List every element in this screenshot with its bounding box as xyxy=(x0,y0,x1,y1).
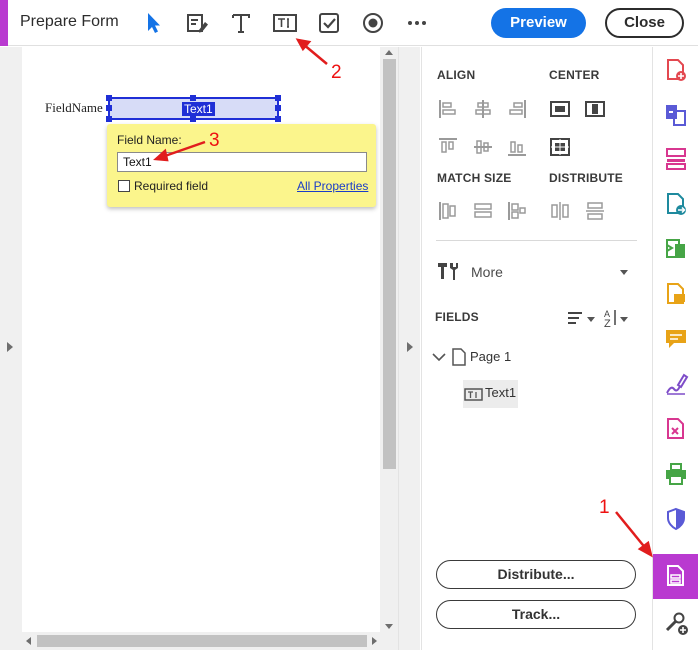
distribute-horizontal-icon[interactable] xyxy=(549,200,571,222)
text-field-icon[interactable] xyxy=(272,10,298,36)
required-field-checkbox[interactable] xyxy=(118,180,130,192)
tools-more-icon[interactable] xyxy=(437,260,459,282)
resize-handle[interactable] xyxy=(190,116,196,122)
annotation-number-3: 3 xyxy=(209,130,220,151)
organize-pages-icon[interactable] xyxy=(663,146,689,172)
match-height-icon[interactable] xyxy=(472,200,494,222)
sort-order-icon[interactable] xyxy=(566,307,588,329)
field-name-input[interactable] xyxy=(117,152,367,172)
distribute-title: DISTRIBUTE xyxy=(549,171,623,185)
all-properties-link[interactable]: All Properties xyxy=(297,179,368,193)
page-field-label: FieldName xyxy=(45,100,103,115)
expand-right-icon[interactable] xyxy=(407,342,413,352)
resize-handle[interactable] xyxy=(275,116,281,122)
center-horizontal-icon[interactable] xyxy=(549,98,571,120)
combine-files-icon[interactable] xyxy=(663,102,689,128)
panel-divider xyxy=(436,240,637,241)
top-toolbar: Prepare Form Preview Close xyxy=(0,0,698,46)
left-panel-toggle[interactable] xyxy=(0,47,22,650)
comment-bubble-icon[interactable] xyxy=(663,326,689,352)
resize-handle[interactable] xyxy=(275,105,281,111)
toolbar-title: Prepare Form xyxy=(20,13,119,30)
resize-handle[interactable] xyxy=(106,105,112,111)
comment-icon[interactable] xyxy=(663,281,689,307)
document-area: FieldName Text1 Field Name: Required fie… xyxy=(0,47,398,650)
scroll-up-icon[interactable] xyxy=(385,50,393,55)
more-tools-icon[interactable] xyxy=(663,610,689,636)
align-right-icon[interactable] xyxy=(506,98,528,120)
fields-tree-text1-item[interactable]: Text1 xyxy=(463,380,518,408)
radio-button-icon[interactable] xyxy=(360,10,386,36)
checkbox-icon[interactable] xyxy=(316,10,342,36)
tree-field-label[interactable]: Text1 xyxy=(485,385,516,400)
text-field-small-icon xyxy=(463,383,485,405)
prepare-form-icon[interactable] xyxy=(663,563,689,589)
align-bottom-icon[interactable] xyxy=(506,136,528,158)
resize-handle[interactable] xyxy=(275,95,281,101)
tools-rail xyxy=(652,47,698,650)
add-text-icon[interactable] xyxy=(228,10,254,36)
scroll-down-icon[interactable] xyxy=(385,624,393,629)
resize-handle[interactable] xyxy=(106,116,112,122)
page-icon xyxy=(448,346,470,368)
select-pointer-icon[interactable] xyxy=(141,10,167,36)
right-panel-toggle[interactable] xyxy=(398,47,420,650)
field-name-tag: Text1 xyxy=(182,102,215,116)
annotation-number-2: 2 xyxy=(331,62,342,83)
tree-page-label[interactable]: Page 1 xyxy=(470,349,511,364)
protect-icon[interactable] xyxy=(663,506,689,532)
edit-pdf-icon[interactable] xyxy=(663,236,689,262)
close-button[interactable]: Close xyxy=(605,8,684,38)
align-vertical-center-icon[interactable] xyxy=(472,136,494,158)
vertical-scroll-thumb[interactable] xyxy=(383,59,396,469)
align-title: ALIGN xyxy=(437,68,476,82)
center-vertical-icon[interactable] xyxy=(584,98,606,120)
fields-title: FIELDS xyxy=(435,310,479,324)
more-options-icon[interactable] xyxy=(404,10,430,36)
more-label[interactable]: More xyxy=(471,264,503,280)
match-width-icon[interactable] xyxy=(437,200,459,222)
resize-handle[interactable] xyxy=(106,95,112,101)
horizontal-scrollbar[interactable] xyxy=(22,632,381,650)
match-both-icon[interactable] xyxy=(506,200,528,222)
track-button[interactable]: Track... xyxy=(436,600,636,629)
scroll-left-icon[interactable] xyxy=(26,637,31,645)
required-field-label[interactable]: Required field xyxy=(134,179,208,193)
center-title: CENTER xyxy=(549,68,600,82)
text-form-field[interactable]: Text1 xyxy=(106,95,281,122)
print-production-icon[interactable] xyxy=(663,461,689,487)
field-name-label: Field Name: xyxy=(117,133,182,147)
expand-left-icon[interactable] xyxy=(7,342,13,352)
align-horizontal-center-icon[interactable] xyxy=(472,98,494,120)
sort-dropdown-icon[interactable] xyxy=(587,317,595,322)
tree-collapse-icon[interactable] xyxy=(428,346,450,368)
align-left-icon[interactable] xyxy=(437,98,459,120)
svg-text:Z: Z xyxy=(604,318,611,329)
fill-sign-icon[interactable] xyxy=(663,371,689,397)
center-both-icon[interactable] xyxy=(549,136,571,158)
sort-alpha-dropdown-icon[interactable] xyxy=(620,317,628,322)
more-dropdown-icon[interactable] xyxy=(620,270,628,275)
distribute-button[interactable]: Distribute... xyxy=(436,560,636,589)
app-window: Prepare Form Preview Close FieldName Tex… xyxy=(0,0,698,650)
field-properties-popup: Field Name: Required field All Propertie… xyxy=(107,124,376,207)
compress-pdf-icon[interactable] xyxy=(663,416,689,442)
vertical-scrollbar[interactable] xyxy=(381,47,398,632)
create-pdf-icon[interactable] xyxy=(663,57,689,83)
toolbar-accent-bar xyxy=(0,0,8,46)
annotation-number-1: 1 xyxy=(599,497,610,518)
horizontal-scroll-thumb[interactable] xyxy=(37,635,367,647)
distribute-vertical-icon[interactable] xyxy=(584,200,606,222)
edit-form-icon[interactable] xyxy=(184,10,210,36)
scroll-right-icon[interactable] xyxy=(372,637,377,645)
align-top-icon[interactable] xyxy=(437,136,459,158)
resize-handle[interactable] xyxy=(190,95,196,101)
match-size-title: MATCH SIZE xyxy=(437,171,512,185)
preview-button[interactable]: Preview xyxy=(491,8,586,38)
export-pdf-icon[interactable] xyxy=(663,191,689,217)
